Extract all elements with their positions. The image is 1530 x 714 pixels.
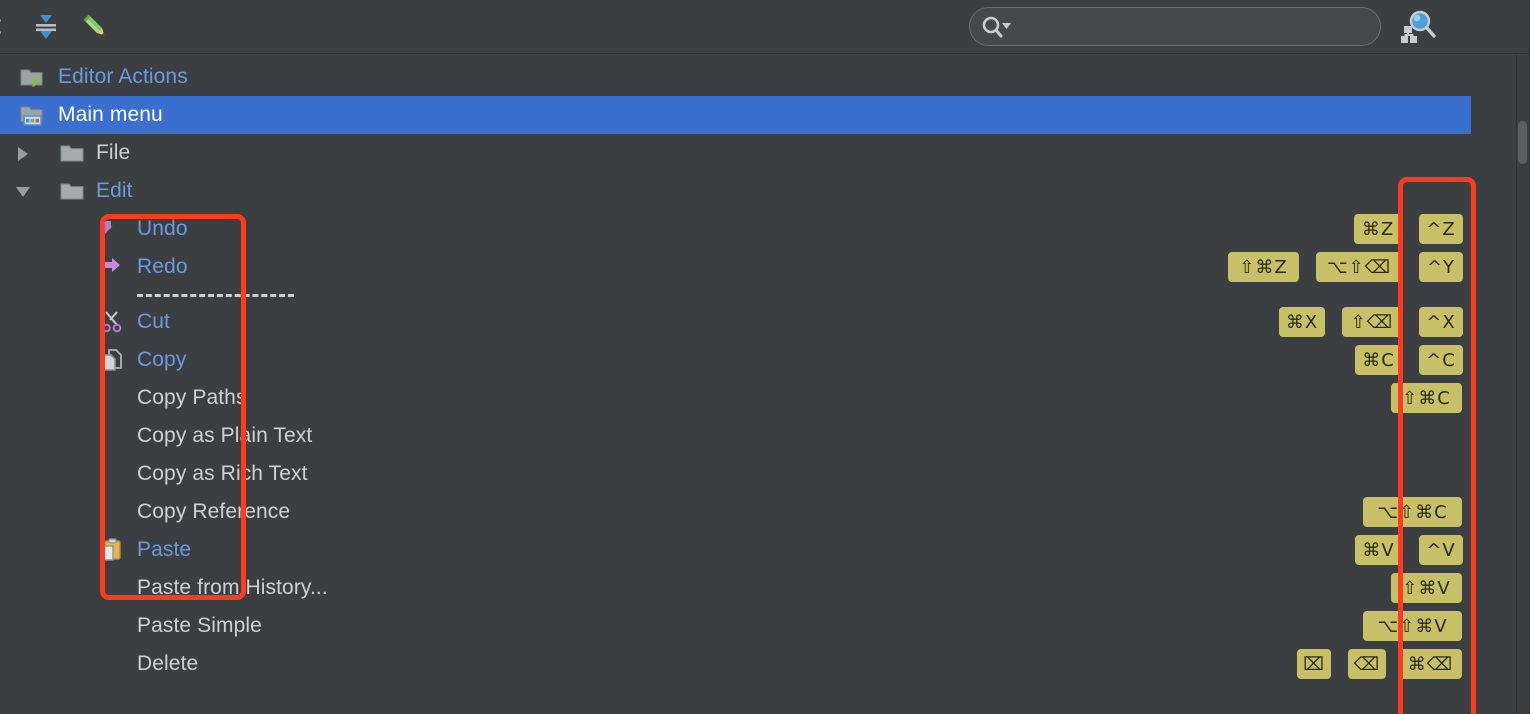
tree-row-label: Copy as Rich Text — [137, 462, 308, 485]
tree-row-editor-actions[interactable]: Editor Actions — [0, 58, 1471, 96]
shortcut-badge[interactable]: ^Z — [1419, 214, 1463, 244]
tree-row-label: Copy Reference — [137, 500, 291, 523]
folder-editor-icon — [20, 65, 46, 89]
edit-pencil-icon[interactable] — [80, 11, 112, 43]
search-box[interactable] — [969, 7, 1381, 46]
shortcut-badge[interactable]: ^Y — [1419, 252, 1463, 282]
tree-row-paste[interactable]: Paste — [0, 531, 1471, 569]
undo-icon — [100, 217, 126, 241]
shortcut-badge[interactable]: ⌥⇧⌘C — [1363, 497, 1462, 527]
shortcut-badge[interactable]: ⌧ — [1297, 649, 1331, 679]
copy-document-icon — [100, 348, 126, 372]
tree-row-edit[interactable]: Edit — [0, 172, 1471, 210]
shortcut-badge[interactable]: ⌘X — [1279, 307, 1325, 337]
menu-separator — [137, 294, 294, 297]
find-actions-icon[interactable] — [1396, 8, 1440, 46]
shortcut-badge[interactable]: ⌘V — [1355, 535, 1402, 565]
tree-row-cut[interactable]: Cut — [0, 303, 1471, 341]
shortcut-badge[interactable]: ⌥⇧⌫ — [1316, 252, 1402, 282]
tree-row-copy[interactable]: Copy — [0, 341, 1471, 379]
tree-row-label: Delete — [137, 652, 199, 675]
redo-icon — [100, 255, 126, 279]
tree-row-label: Paste Simple — [137, 614, 262, 637]
chevron-right-icon[interactable] — [14, 145, 32, 163]
tree-row-copy-reference[interactable]: Copy Reference — [0, 493, 1471, 531]
vertical-scrollbar-track[interactable] — [1516, 55, 1530, 714]
tree-row-label: Copy — [137, 348, 187, 371]
vertical-scrollbar-thumb[interactable] — [1518, 121, 1527, 164]
expand-collapse-all-icon[interactable] — [30, 11, 62, 43]
shortcut-badge[interactable]: ⌘⌫ — [1399, 649, 1462, 679]
actions-tree[interactable]: Editor Actions Main menu File Edit Undo Redo C… — [0, 55, 1530, 714]
shortcut-badge[interactable]: ⌫ — [1348, 649, 1386, 679]
cut-scissors-icon — [100, 310, 126, 334]
tree-row-undo[interactable]: Undo — [0, 210, 1471, 248]
chevron-down-icon[interactable] — [14, 183, 32, 201]
shortcut-badge[interactable]: ⌥⇧⌘V — [1363, 611, 1462, 641]
toolbar — [0, 0, 1530, 54]
shortcut-badge[interactable]: ⇧⌘Z — [1228, 252, 1299, 282]
tree-row-paste-from-history[interactable]: Paste from History... — [0, 569, 1471, 607]
folder-icon — [60, 141, 86, 165]
tree-row-copy-paths[interactable]: Copy Paths — [0, 379, 1471, 417]
tree-row-label: Copy as Plain Text — [137, 424, 313, 447]
tree-row-label: Main menu — [58, 103, 163, 126]
tree-row-main-menu[interactable]: Main menu — [0, 96, 1471, 134]
tree-row-label: Paste — [137, 538, 192, 561]
shortcut-badge[interactable]: ^V — [1419, 535, 1463, 565]
tree-row-label: Paste from History... — [137, 576, 328, 599]
tree-row-delete[interactable]: Delete — [0, 645, 1471, 683]
search-input[interactable] — [1016, 8, 1368, 45]
tree-row-label: Copy Paths — [137, 386, 247, 409]
tree-row-file[interactable]: File — [0, 134, 1471, 172]
tree-row-label: Edit — [96, 179, 133, 202]
shortcut-badge[interactable]: ⌘Z — [1354, 214, 1402, 244]
search-icon[interactable] — [980, 15, 1014, 39]
tree-row-label: Undo — [137, 217, 188, 240]
shortcut-badge[interactable]: ⇧⌘C — [1391, 383, 1462, 413]
tree-row-copy-as-rich-text[interactable]: Copy as Rich Text — [0, 455, 1471, 493]
editor-actions-keymap-panel: Editor Actions Main menu File Edit Undo Redo C… — [0, 0, 1530, 714]
shortcut-badge[interactable]: ^C — [1419, 345, 1463, 375]
folder-icon — [60, 179, 86, 203]
folder-menu-icon — [20, 103, 46, 127]
filter-icon[interactable] — [0, 12, 20, 40]
tree-row-label: File — [96, 141, 131, 164]
shortcut-badge[interactable]: ^X — [1419, 307, 1463, 337]
tree-row-label: Editor Actions — [58, 65, 188, 88]
tree-row-label: Redo — [137, 255, 188, 278]
shortcut-badge[interactable]: ⇧⌫ — [1342, 307, 1402, 337]
shortcut-badge[interactable]: ⌘C — [1355, 345, 1402, 375]
tree-row-paste-simple[interactable]: Paste Simple — [0, 607, 1471, 645]
shortcut-badge[interactable]: ⇧⌘V — [1391, 573, 1462, 603]
paste-clipboard-icon — [100, 538, 126, 562]
tree-row-copy-as-plain-text[interactable]: Copy as Plain Text — [0, 417, 1471, 455]
tree-row-label: Cut — [137, 310, 170, 333]
